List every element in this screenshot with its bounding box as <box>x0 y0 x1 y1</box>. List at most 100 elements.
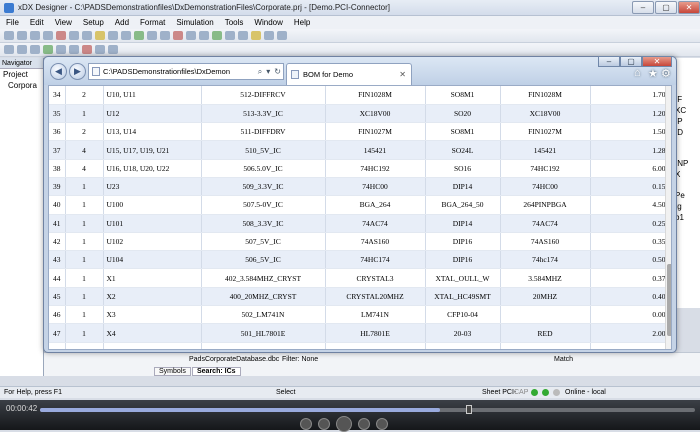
cell-ref-designators: X1 <box>103 268 202 288</box>
table-row: 41 1 U101 508_3.3V_IC 74AC74 DIP14 74AC74 0.25 <box>49 214 670 233</box>
cell-quantity: 2 <box>65 122 104 142</box>
gear-icon[interactable]: ⚙ <box>661 67 671 80</box>
address-bar[interactable]: C:\PADSDemonstrationfiles\DxDemon ⌕ ▾ ↻ <box>88 63 284 80</box>
scroll-thumb[interactable] <box>667 264 671 336</box>
cell-part-name: LM741N <box>325 305 426 325</box>
cell-part-name: 74AC74 <box>325 214 426 233</box>
print-icon[interactable] <box>43 31 53 40</box>
next-button[interactable] <box>358 418 370 430</box>
cell-unit-cost: 0.50 <box>590 250 670 270</box>
undo-icon[interactable] <box>108 31 118 40</box>
cell-part-name: 74AS160 <box>325 232 426 252</box>
table-row: 34 2 U10, U11 512-DIFFRCV FIN1028M SO8M1 FIN10… <box>49 86 670 105</box>
tool-icon[interactable] <box>108 45 118 54</box>
cell-cell-name: DIP16 <box>425 250 501 270</box>
cell-value: 74HC00 <box>500 177 591 197</box>
cell-cell-name: 20-03 <box>425 323 501 343</box>
cell-item-number: 46 <box>49 305 66 325</box>
minimize-button[interactable]: – <box>632 1 654 14</box>
tool-icon[interactable] <box>251 31 261 40</box>
menu-file[interactable]: File <box>6 18 19 27</box>
home-icon[interactable]: ⌂ <box>634 67 641 79</box>
tool-icon[interactable] <box>43 45 53 54</box>
tool-icon[interactable] <box>56 45 66 54</box>
cell-cell-name: DIP16 <box>425 232 501 252</box>
open-icon[interactable] <box>17 31 27 40</box>
cell-cell-name: XTAL_OULL_W <box>425 268 501 288</box>
tool-icon[interactable] <box>264 31 274 40</box>
new-icon[interactable] <box>4 31 14 40</box>
menu-tools[interactable]: Tools <box>225 18 244 27</box>
dropdown-icon[interactable]: ▾ <box>264 67 272 76</box>
cut-icon[interactable] <box>56 31 66 40</box>
tab-symbols[interactable]: Symbols <box>154 367 191 376</box>
seek-track[interactable] <box>40 405 695 414</box>
menu-simulation[interactable]: Simulation <box>176 18 213 27</box>
zoom-out-icon[interactable] <box>17 45 27 54</box>
cell-item-number: 36 <box>49 122 66 142</box>
cell-ref-designators: U101 <box>103 214 202 233</box>
forward-button[interactable] <box>376 418 388 430</box>
save-icon[interactable] <box>30 31 40 40</box>
refresh-icon[interactable]: ↻ <box>272 67 283 76</box>
tool-icon[interactable] <box>69 45 79 54</box>
status-online: Online - local <box>565 389 606 396</box>
empty-cell <box>65 342 104 349</box>
cell-unit-cost: 0.40 <box>590 287 670 307</box>
rewind-button[interactable] <box>300 418 312 430</box>
star-icon[interactable]: ★ <box>648 67 658 80</box>
tree-item-corporate[interactable]: Corpora <box>0 80 43 91</box>
tool-icon[interactable] <box>225 31 235 40</box>
app-title-bar: xDX Designer - C:\PADSDemonstrationfiles… <box>0 0 700 16</box>
browser-window: ◀ ▶ C:\PADSDemonstrationfiles\DxDemon ⌕ … <box>43 56 677 353</box>
cell-unit-cost: 0.00 <box>590 305 670 325</box>
browser-close-button[interactable]: ✕ <box>642 56 672 67</box>
tool-icon[interactable] <box>160 31 170 40</box>
tool-icon[interactable] <box>147 31 157 40</box>
tool-icon[interactable] <box>199 31 209 40</box>
cell-value: XC18V00 <box>500 104 591 124</box>
tool-icon[interactable] <box>238 31 248 40</box>
browser-minimize-button[interactable]: – <box>598 56 620 67</box>
check-icon[interactable] <box>134 31 144 40</box>
zoom-fit-icon[interactable] <box>30 45 40 54</box>
tool-icon[interactable] <box>82 45 92 54</box>
menu-help[interactable]: Help <box>294 18 310 27</box>
browser-maximize-button[interactable]: ▢ <box>620 56 642 67</box>
tree-item-project[interactable]: Project <box>0 69 43 80</box>
back-button[interactable]: ◀ <box>50 63 67 80</box>
forward-nav-button[interactable]: ▶ <box>69 63 86 80</box>
tool-icon[interactable] <box>173 31 183 40</box>
maximize-button[interactable]: ▢ <box>655 1 677 14</box>
search-icon[interactable]: ⌕ <box>256 67 264 77</box>
copy-icon[interactable] <box>69 31 79 40</box>
seek-handle[interactable] <box>466 405 472 414</box>
menu-setup[interactable]: Setup <box>83 18 104 27</box>
cell-item-number: 38 <box>49 159 66 178</box>
zoom-in-icon[interactable] <box>4 45 14 54</box>
close-button[interactable]: ✕ <box>678 1 700 14</box>
cell-part-number: 510_5V_IC <box>201 140 326 160</box>
tool-icon[interactable] <box>95 45 105 54</box>
close-tab-icon[interactable]: ✕ <box>399 70 406 79</box>
redo-icon[interactable] <box>121 31 131 40</box>
previous-button[interactable] <box>318 418 330 430</box>
tool-icon[interactable] <box>212 31 222 40</box>
menu-window[interactable]: Window <box>254 18 282 27</box>
menu-view[interactable]: View <box>55 18 72 27</box>
tool-icon[interactable] <box>186 31 196 40</box>
tab-search-ics[interactable]: Search: ICs <box>192 367 241 376</box>
tool-icon[interactable] <box>277 31 287 40</box>
menu-format[interactable]: Format <box>140 18 165 27</box>
browser-tab[interactable]: BOM for Demo ✕ <box>286 63 412 85</box>
cell-quantity: 1 <box>65 268 104 288</box>
menu-edit[interactable]: Edit <box>30 18 44 27</box>
binoculars-icon[interactable] <box>95 31 105 40</box>
cell-cell-name: SO16 <box>425 159 501 178</box>
menu-add[interactable]: Add <box>115 18 129 27</box>
table-row: 38 4 U16, U18, U20, U22 506.5.0V_IC 74HC192 S… <box>49 159 670 178</box>
paste-icon[interactable] <box>82 31 92 40</box>
vertical-scrollbar[interactable] <box>665 86 671 349</box>
cell-value: FIN1028M <box>500 86 591 105</box>
table-row: 39 1 U23 509_3.3V_IC 74HC00 DIP14 74HC00 0.15 <box>49 177 670 197</box>
